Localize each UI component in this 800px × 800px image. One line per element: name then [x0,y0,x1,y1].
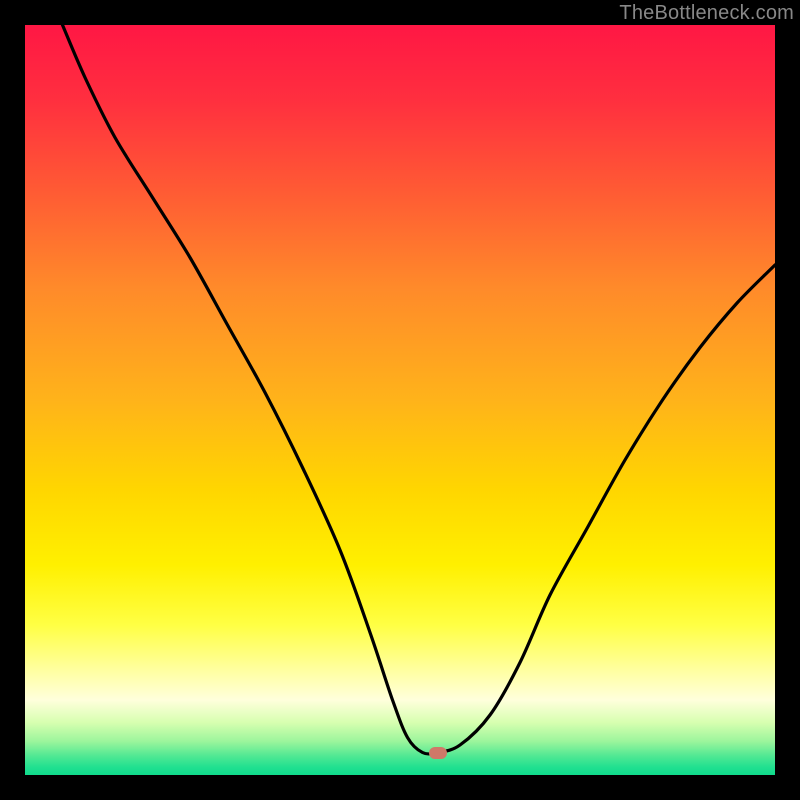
plot-area [25,25,775,775]
watermark-text: TheBottleneck.com [619,2,794,25]
chart-frame: TheBottleneck.com [0,0,800,800]
bottleneck-marker [429,747,447,759]
bottleneck-curve [25,25,775,775]
